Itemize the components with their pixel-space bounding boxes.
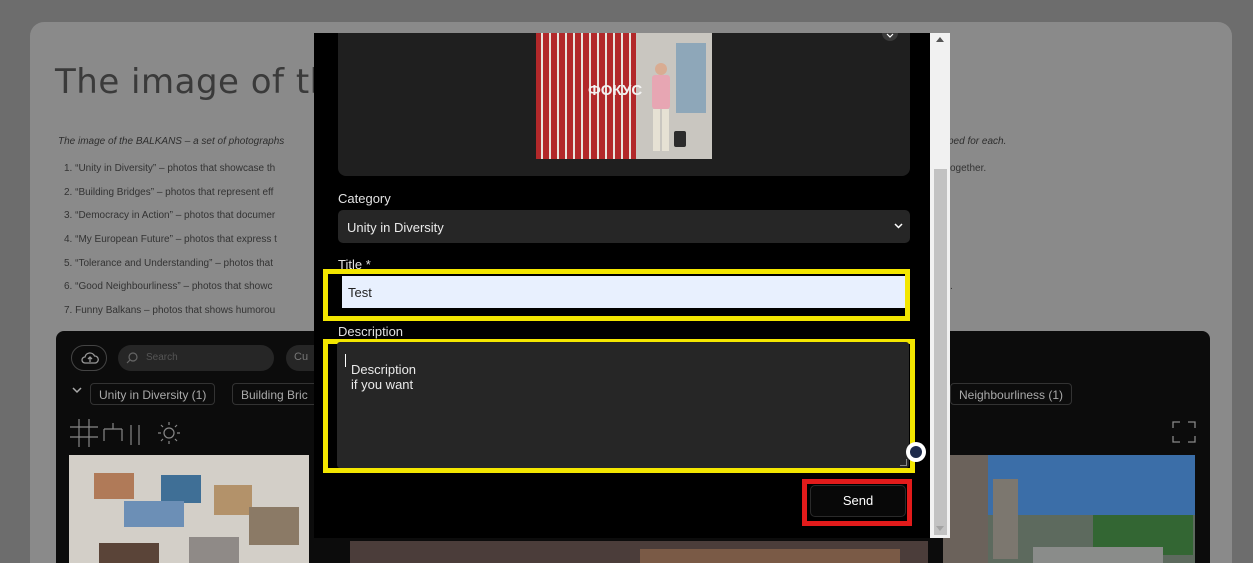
category-rules-list: 1. “Unity in Diversity” – photos that sh…: [64, 163, 277, 329]
chevron-down-icon: [894, 223, 903, 229]
category-selected-value: Unity in Diversity: [347, 220, 444, 235]
search-placeholder: Search: [146, 352, 178, 363]
grammarly-icon[interactable]: [906, 442, 926, 462]
column-layout-icon[interactable]: [130, 425, 140, 445]
gallery-photo[interactable]: [943, 455, 1195, 563]
rule-item: 2. “Building Bridges” – photos that repr…: [64, 186, 274, 198]
gallery-photo[interactable]: [69, 455, 309, 563]
preview-image: ФОКУС: [536, 33, 712, 159]
rule-item: 1. “Unity in Diversity” – photos that sh…: [64, 163, 276, 174]
layout-tools: [70, 419, 180, 447]
scroll-up-arrow-icon[interactable]: [936, 37, 944, 42]
rule-item: 7. Funny Balkans – photos that shows hum…: [64, 305, 276, 317]
scrollbar-thumb[interactable]: [934, 169, 947, 535]
description-label: Description: [338, 324, 404, 339]
filter-button[interactable]: Cu: [286, 345, 316, 371]
grid-layout-icon[interactable]: [70, 419, 98, 447]
category-chip[interactable]: Neighbourliness (1): [950, 383, 1073, 405]
search-icon: [126, 352, 138, 364]
description-text: Description if you want: [344, 352, 416, 392]
scroll-down-arrow-icon[interactable]: [936, 526, 944, 531]
row-layout-icon[interactable]: [103, 423, 123, 441]
search-input[interactable]: Search: [118, 345, 274, 371]
rule-item: 3. “Democracy in Action” – photos that d…: [64, 210, 276, 222]
intro-text: The image of the BALKANS – a set of phot…: [58, 136, 285, 147]
category-select[interactable]: Unity in Diversity: [338, 210, 910, 243]
brightness-icon[interactable]: [158, 422, 180, 444]
close-icon[interactable]: [881, 33, 899, 43]
photo-upload-modal: ФОКУС Category Unity in Diversity Title …: [314, 33, 948, 538]
resize-handle[interactable]: [900, 459, 907, 466]
description-textarea[interactable]: Description if you want: [337, 342, 926, 468]
category-label: Category: [338, 191, 391, 206]
rule-item-end: ogether.: [950, 163, 987, 174]
cloud-upload-icon: [81, 352, 99, 364]
rule-item-end: .: [950, 281, 953, 292]
chevron-down-icon[interactable]: [72, 387, 82, 394]
rule-item: 5. “Tolerance and Understanding” – photo…: [64, 257, 274, 269]
fullscreen-icon[interactable]: [1172, 421, 1196, 443]
title-input[interactable]: [342, 276, 905, 308]
rule-item: 4. “My European Future” – photos that ex…: [64, 234, 277, 246]
modal-scrollbar[interactable]: [930, 33, 950, 538]
category-chip[interactable]: Unity in Diversity (1): [90, 383, 216, 405]
intro-text-end: ped for each.: [948, 136, 1007, 147]
photo-sign-text: ФОКУС: [588, 82, 642, 99]
photo-preview: ФОКУС: [338, 33, 910, 176]
upload-button[interactable]: [71, 345, 107, 371]
send-button[interactable]: Send: [810, 485, 906, 517]
category-chip[interactable]: Building Bric: [232, 383, 316, 405]
rule-item: 6. “Good Neighbourliness” – photos that …: [64, 281, 273, 293]
